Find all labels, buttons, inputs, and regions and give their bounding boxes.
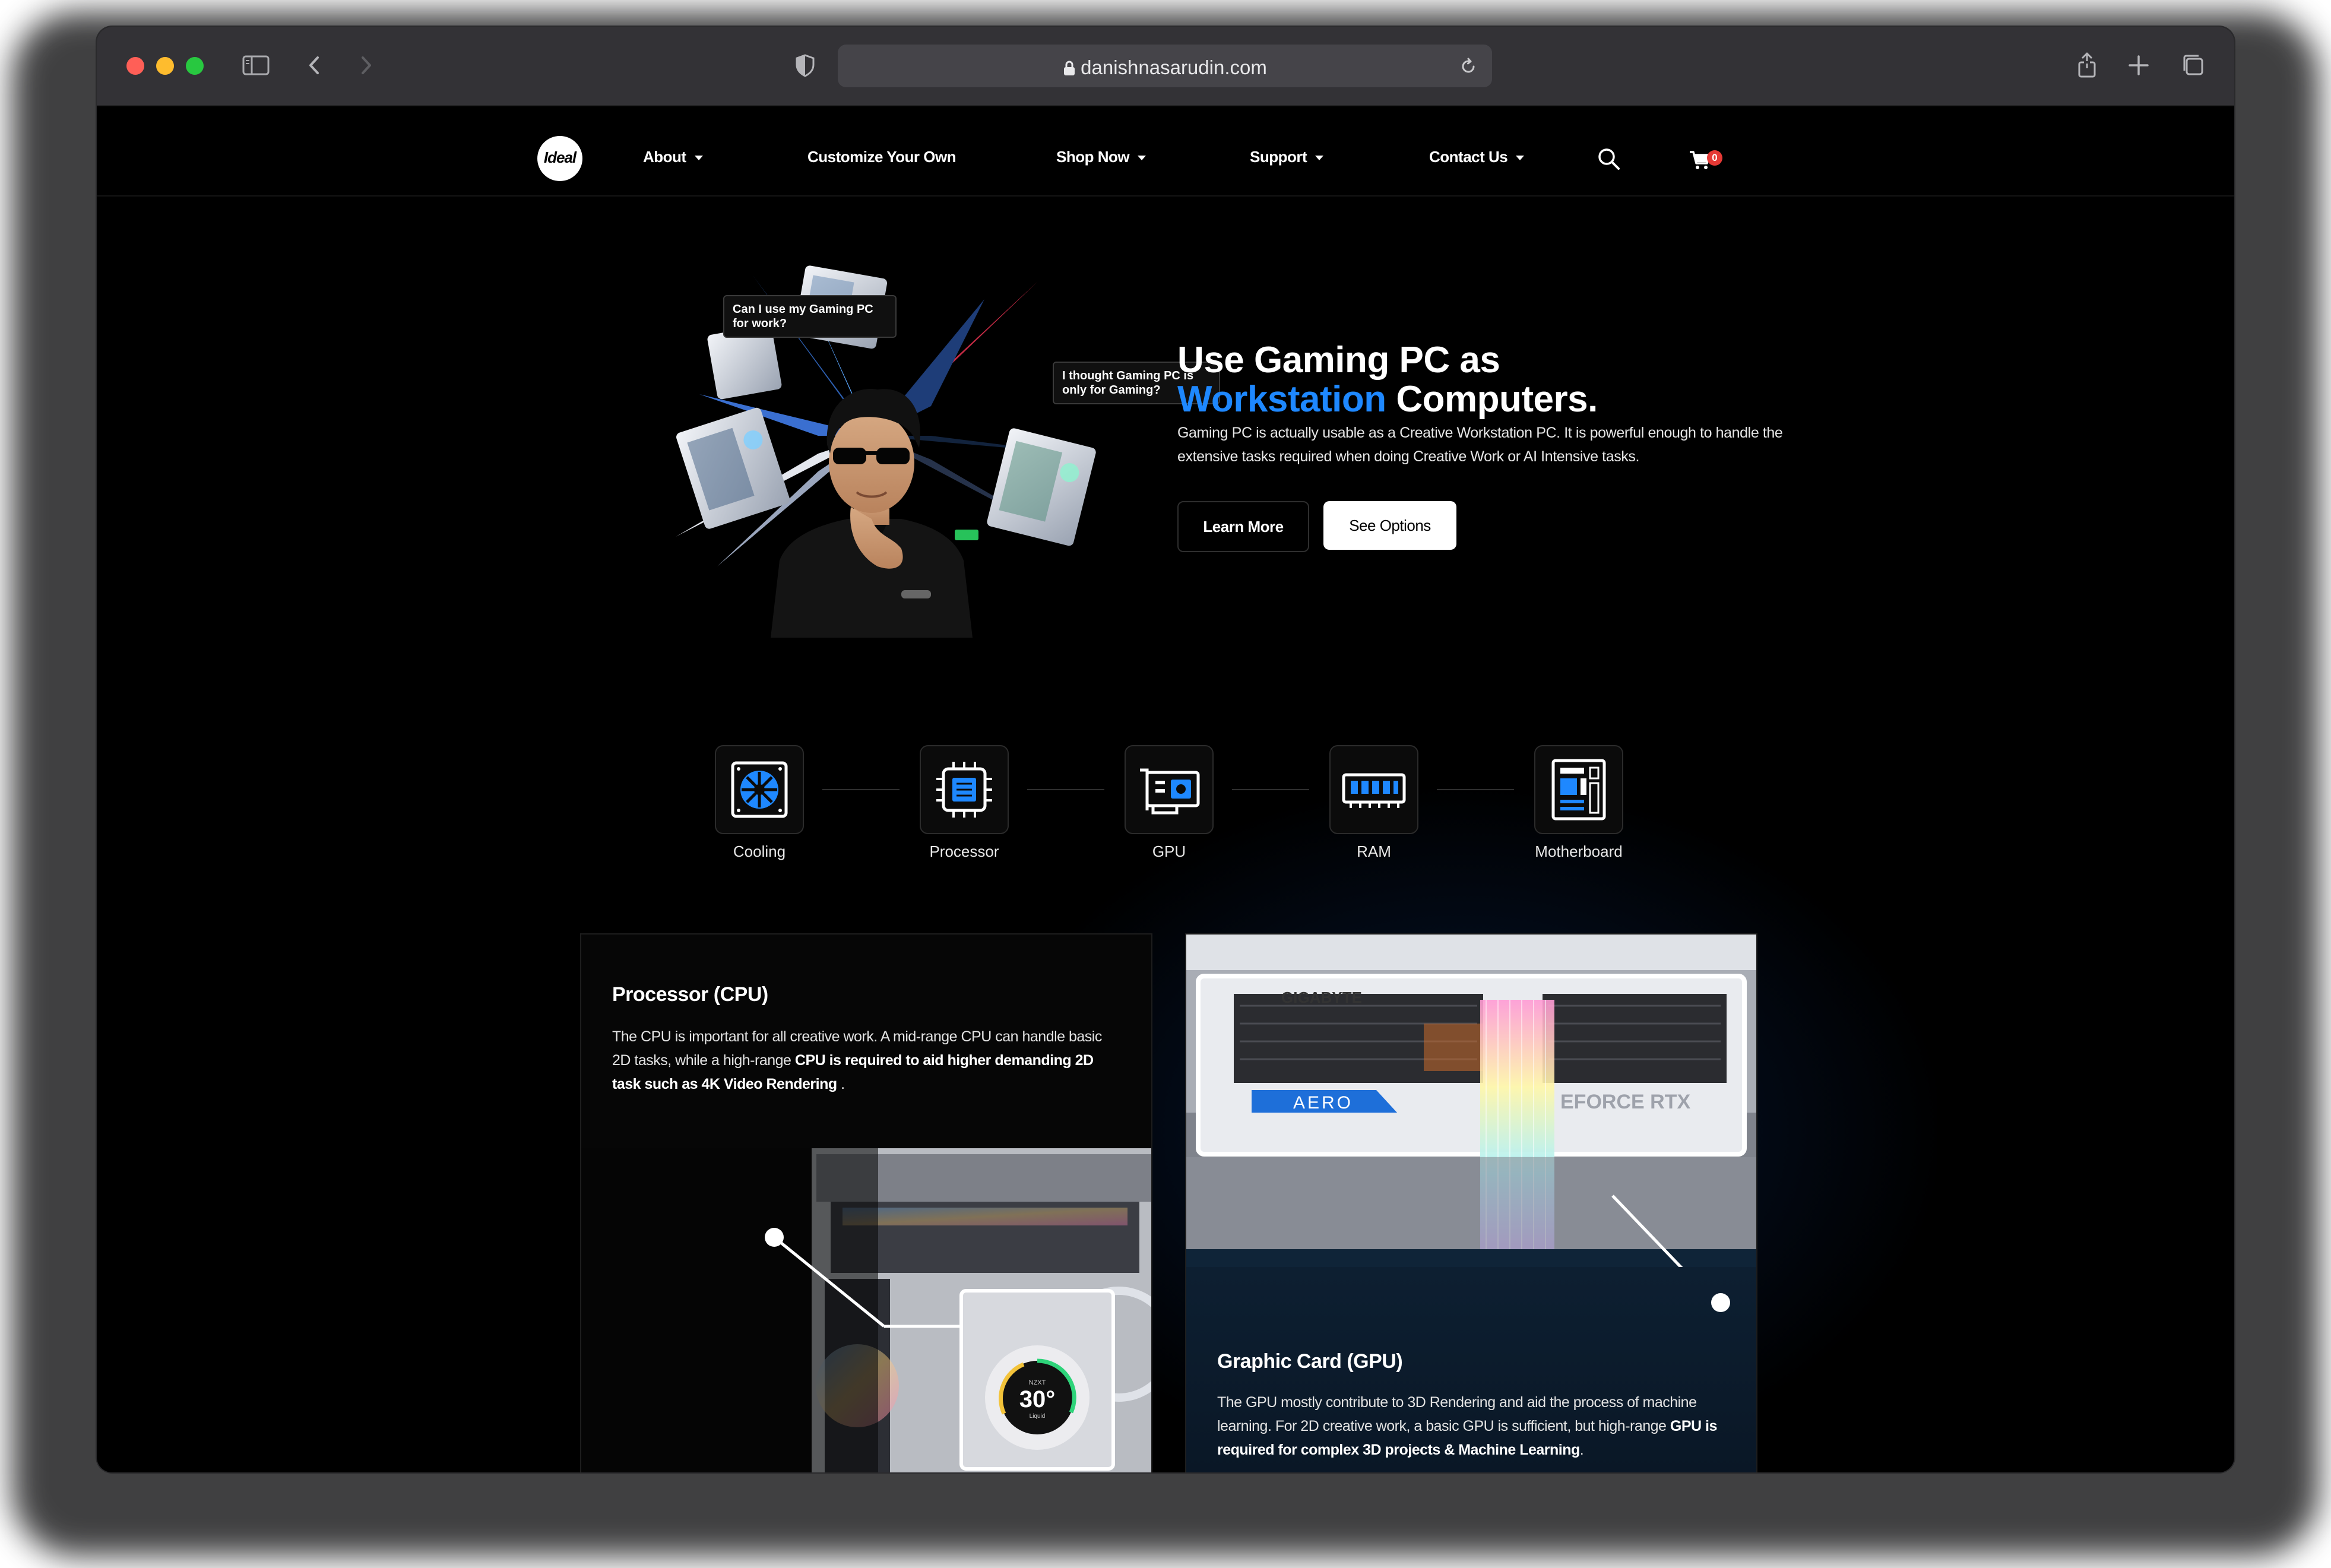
nav-item-contact[interactable]: Contact Us [1429, 148, 1525, 166]
cooler-sub-label: Liquid [1030, 1413, 1046, 1420]
chevron-down-icon [1516, 156, 1525, 161]
speech-bubble-left: Can I use my Gaming PC for work? [723, 295, 897, 338]
component-motherboard[interactable] [1534, 745, 1623, 834]
see-options-button[interactable]: See Options [1323, 501, 1456, 550]
connector-line [1027, 789, 1104, 790]
component-label-cooling: Cooling [733, 842, 786, 860]
hero-title-line2: Workstation Computers. [1177, 380, 1598, 419]
share-icon[interactable] [2072, 50, 2102, 80]
forward-arrow-icon[interactable] [351, 50, 381, 80]
component-label-processor: Processor [929, 842, 999, 860]
chevron-down-icon [1315, 156, 1324, 161]
site-header: Ideal About Customize Your Own Shop Now … [97, 106, 2234, 197]
cpu-text-end: . [837, 1076, 845, 1092]
connector-line [1437, 789, 1514, 790]
cooling-icon [731, 761, 788, 818]
minimize-window-button[interactable] [156, 57, 174, 75]
browser-toolbar: danishnasarudin.com [97, 27, 2234, 106]
privacy-shield-icon[interactable] [790, 50, 820, 80]
search-icon[interactable] [1597, 147, 1621, 172]
gpu-brand-text: GIGABYTE [1281, 989, 1362, 1006]
gpu-model-text: EFORCE RTX [1560, 1091, 1690, 1113]
hero-description: Gaming PC is actually usable as a Creati… [1177, 425, 1783, 465]
nav-item-support[interactable]: Support [1250, 148, 1324, 166]
new-tab-icon[interactable] [2124, 50, 2153, 80]
lock-icon [1064, 61, 1075, 75]
nav-item-label: Support [1250, 148, 1307, 166]
cpu-info-card: Processor (CPU) The CPU is important for… [580, 933, 1152, 1472]
chevron-down-icon [694, 156, 703, 161]
tab-overview-icon[interactable] [2178, 50, 2208, 80]
web-page: Ideal About Customize Your Own Shop Now … [97, 106, 2234, 1472]
nav-item-label: Contact Us [1429, 148, 1508, 166]
processor-icon [936, 762, 992, 818]
back-arrow-icon[interactable] [300, 50, 330, 80]
hero-title: Use Gaming PC as Workstation Computers. [1177, 341, 1598, 419]
component-gpu[interactable] [1125, 745, 1214, 834]
connector-line [822, 789, 900, 790]
url-label: danishnasarudin.com [1081, 56, 1267, 78]
nav-item-label: Customize Your Own [807, 148, 957, 166]
url-text: danishnasarudin.com [838, 56, 1492, 79]
gpu-image: GIGABYTE AERO EFORCE RTX [1186, 935, 1756, 1267]
component-processor[interactable] [920, 745, 1009, 834]
gpu-card-text: The GPU mostly contribute to 3D Renderin… [1217, 1390, 1740, 1462]
bubble-text: Can I use my Gaming PC for work? [733, 303, 873, 330]
bubble-text: I thought Gaming PC is only for Gaming? [1062, 369, 1194, 397]
close-window-button[interactable] [126, 57, 144, 75]
hero-title-rest: Computers. [1386, 379, 1598, 420]
gpu-icon [1140, 768, 1200, 815]
gpu-badge-text: AERO [1293, 1093, 1353, 1113]
sidebar-toggle-icon[interactable] [241, 50, 271, 80]
address-bar[interactable]: danishnasarudin.com [838, 45, 1492, 87]
hotspot-dot[interactable] [1709, 1291, 1733, 1314]
hero-title-highlight: Workstation [1177, 379, 1386, 420]
browser-window: danishnasarudin.com Ideal About Customiz… [97, 27, 2234, 1472]
cooler-temperature: 30° [1019, 1386, 1056, 1412]
nav-item-label: Shop Now [1056, 148, 1130, 166]
component-label-motherboard: Motherboard [1535, 842, 1623, 860]
gpu-card-title: Graphic Card (GPU) [1217, 1350, 1403, 1373]
nav-item-label: About [643, 148, 686, 166]
pc-case-interior-image: NZXT 30° Liquid [581, 1148, 1151, 1472]
ram-icon [1342, 773, 1406, 808]
motherboard-icon [1551, 759, 1606, 821]
component-label-ram: RAM [1357, 842, 1391, 860]
hero-title-line1: Use Gaming PC as [1177, 340, 1500, 381]
cpu-card-text: The CPU is important for all creative wo… [612, 1025, 1123, 1096]
learn-more-button[interactable]: Learn More [1177, 501, 1309, 552]
cooler-brand: NZXT [1029, 1379, 1046, 1386]
zoom-window-button[interactable] [186, 57, 204, 75]
site-logo[interactable]: Ideal [537, 136, 582, 181]
component-label-gpu: GPU [1152, 842, 1186, 860]
nav-item-customize[interactable]: Customize Your Own [807, 148, 957, 166]
gpu-text-end: . [1579, 1442, 1584, 1458]
component-cooling[interactable] [715, 745, 804, 834]
reload-icon[interactable] [1458, 56, 1478, 77]
chevron-down-icon [1138, 156, 1147, 161]
connector-line [1232, 789, 1309, 790]
nav-item-shop-now[interactable]: Shop Now [1056, 148, 1147, 166]
gpu-text-plain: The GPU mostly contribute to 3D Renderin… [1217, 1394, 1697, 1434]
component-ram[interactable] [1329, 745, 1418, 834]
nav-item-about[interactable]: About [643, 148, 703, 166]
gpu-info-card: GIGABYTE AERO EFORCE RTX Graphic Card (G… [1185, 933, 1757, 1472]
cpu-card-title: Processor (CPU) [612, 983, 768, 1006]
cart-count-badge: 0 [1707, 150, 1722, 166]
